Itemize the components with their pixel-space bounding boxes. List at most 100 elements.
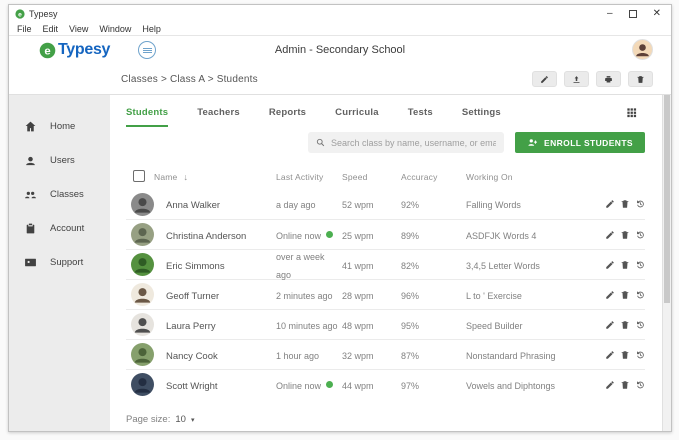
working-on-value: Vowels and Diphtongs [466,381,555,391]
student-avatar [131,223,154,246]
search-box[interactable] [308,132,504,153]
tab-teachers[interactable]: Teachers [197,107,240,125]
delete-student-button[interactable] [620,260,630,270]
col-accuracy[interactable]: Accuracy [401,172,438,182]
menu-file[interactable]: File [17,24,32,34]
select-all-checkbox[interactable] [133,170,145,182]
tab-bar: Students Teachers Reports Curricula Test… [126,95,645,127]
working-on-value: 3,4,5 Letter Words [466,261,540,271]
search-input[interactable] [331,138,496,148]
delete-student-button[interactable] [620,320,630,330]
edit-class-button[interactable] [532,71,557,87]
edit-student-button[interactable] [605,350,615,360]
history-button[interactable] [635,350,645,360]
edit-student-button[interactable] [605,380,615,390]
last-activity: 2 minutes ago [276,291,333,301]
accuracy-value: 96% [401,291,419,301]
history-button[interactable] [635,320,645,330]
trash-icon [620,290,630,300]
table-row[interactable]: Christina Anderson Online now 25 wpm 89%… [126,219,645,249]
tab-tests[interactable]: Tests [408,107,433,125]
table-row[interactable]: Eric Simmons over a week ago 41 wpm 82% … [126,249,645,279]
print-button[interactable] [596,71,621,87]
chevron-down-icon[interactable]: ▾ [191,416,195,424]
table-row[interactable]: Laura Perry 10 minutes ago 48 wpm 95% Sp… [126,309,645,339]
tab-settings[interactable]: Settings [462,107,501,125]
sort-desc-icon[interactable]: ↓ [183,172,188,182]
sidebar-item-support[interactable]: Support [9,245,110,279]
history-button[interactable] [635,260,645,270]
speed-value: 48 wpm [342,321,374,331]
table-row[interactable]: Scott Wright Online now 44 wpm 97% Vowel… [126,369,645,399]
menu-window[interactable]: Window [99,24,131,34]
col-working-on[interactable]: Working On [466,172,513,182]
trash-icon [620,320,630,330]
sidebar-item-users[interactable]: Users [9,143,110,177]
tab-reports[interactable]: Reports [269,107,306,125]
pencil-icon [605,230,615,240]
user-avatar[interactable] [632,39,653,60]
minimize-button[interactable]: – [607,9,613,19]
upload-button[interactable] [564,71,589,87]
app-window: Typesy – ✕ File Edit View Window Help Ty… [8,4,672,432]
col-last-activity[interactable]: Last Activity [276,172,323,182]
delete-student-button[interactable] [620,350,630,360]
table-row[interactable]: Nancy Cook 1 hour ago 32 wpm 87% Nonstan… [126,339,645,369]
menu-view[interactable]: View [69,24,88,34]
grid-view-button[interactable] [626,105,637,123]
edit-student-button[interactable] [605,230,615,240]
delete-class-button[interactable] [628,71,653,87]
edit-student-button[interactable] [605,290,615,300]
menu-edit[interactable]: Edit [43,24,59,34]
table-row[interactable]: Anna Walker a day ago 52 wpm 92% Falling… [126,189,645,219]
history-button[interactable] [635,230,645,240]
pencil-icon [605,260,615,270]
menu-help[interactable]: Help [142,24,161,34]
working-on-value: L to ' Exercise [466,291,522,301]
col-speed[interactable]: Speed [342,172,368,182]
delete-student-button[interactable] [620,199,630,209]
accuracy-value: 97% [401,381,419,391]
tab-students[interactable]: Students [126,107,168,127]
delete-student-button[interactable] [620,380,630,390]
accuracy-value: 89% [401,231,419,241]
student-avatar [131,373,154,396]
history-button[interactable] [635,199,645,209]
history-button[interactable] [635,380,645,390]
sidebar-item-home[interactable]: Home [9,109,110,143]
table-row[interactable]: Geoff Turner 2 minutes ago 28 wpm 96% L … [126,279,645,309]
trash-icon [620,230,630,240]
titlebar: Typesy – ✕ [9,5,671,22]
sidebar-item-account[interactable]: Account [9,211,110,245]
sidebar-item-classes[interactable]: Classes [9,177,110,211]
pencil-icon [605,380,615,390]
delete-student-button[interactable] [620,230,630,240]
search-icon [316,138,325,147]
student-name: Anna Walker [166,200,220,211]
trash-icon [636,75,645,84]
school-seal-icon [138,41,156,59]
students-table: Name ↓ Last Activity Speed Accuracy Worki… [126,163,645,399]
table-body: Anna Walker a day ago 52 wpm 92% Falling… [126,189,645,399]
tab-curricula[interactable]: Curricula [335,107,379,125]
maximize-button[interactable] [629,10,637,18]
delete-student-button[interactable] [620,290,630,300]
edit-student-button[interactable] [605,320,615,330]
last-activity: 1 hour ago [276,351,319,361]
pencil-icon [605,320,615,330]
window-title: Typesy [29,9,58,19]
scrollbar-thumb[interactable] [664,95,670,303]
history-button[interactable] [635,290,645,300]
scrollbar[interactable] [662,95,671,431]
student-name: Scott Wright [166,381,218,392]
close-button[interactable]: ✕ [653,9,661,19]
main-content: Students Teachers Reports Curricula Test… [110,95,671,431]
edit-student-button[interactable] [605,199,615,209]
enroll-students-button[interactable]: ENROLL STUDENTS [515,132,645,153]
page-size-value[interactable]: 10 [175,414,186,425]
history-icon [635,260,645,270]
history-icon [635,320,645,330]
breadcrumb[interactable]: Classes > Class A > Students [121,74,258,85]
col-name[interactable]: Name [154,172,177,182]
edit-student-button[interactable] [605,260,615,270]
